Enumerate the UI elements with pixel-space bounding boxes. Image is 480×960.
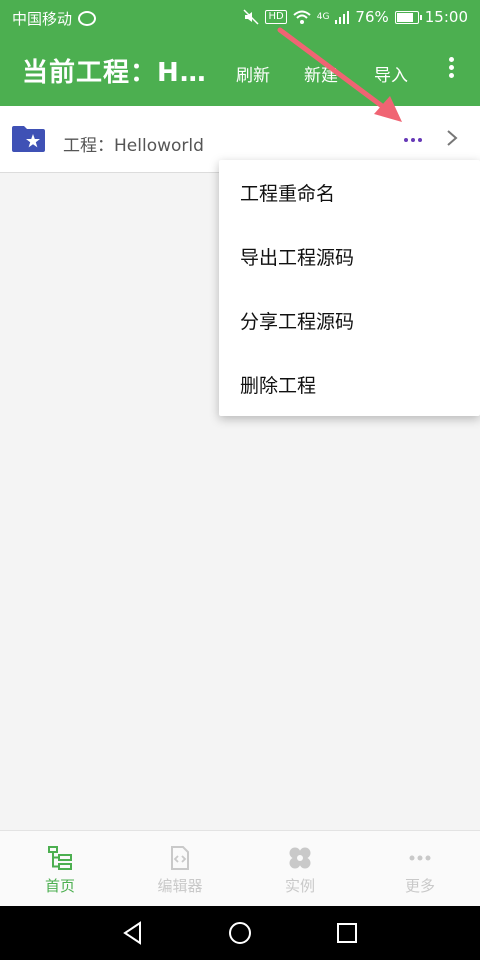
home-icon[interactable] bbox=[227, 920, 253, 946]
more-dots-icon bbox=[409, 855, 431, 861]
bottom-navigation: 首页 编辑器 实例 更多 bbox=[0, 830, 480, 907]
nav-examples[interactable]: 实例 bbox=[240, 831, 360, 907]
clover-icon bbox=[289, 847, 311, 869]
chevron-right-icon[interactable] bbox=[444, 128, 460, 148]
battery-percent: 76% bbox=[355, 8, 389, 26]
status-bar: 中国移动 HD 4G 76% 15:00 bbox=[0, 0, 480, 34]
nav-home[interactable]: 首页 bbox=[0, 831, 120, 907]
carrier-label: 中国移动 bbox=[12, 10, 73, 28]
menu-item-share-source[interactable]: 分享工程源码 bbox=[219, 288, 480, 352]
nav-home-label: 首页 bbox=[44, 877, 75, 895]
project-context-menu: 工程重命名 导出工程源码 分享工程源码 删除工程 bbox=[219, 160, 480, 416]
back-icon[interactable] bbox=[120, 920, 146, 946]
app-bar: 当前工程：Helloworld 刷新 新建 导入 bbox=[0, 34, 480, 106]
nav-more-label: 更多 bbox=[404, 877, 435, 895]
nav-editor-label: 编辑器 bbox=[157, 877, 203, 895]
refresh-button[interactable]: 刷新 bbox=[236, 61, 270, 86]
tree-icon bbox=[48, 846, 72, 870]
clock: 15:00 bbox=[424, 8, 468, 26]
page-title: 当前工程：Helloworld bbox=[22, 58, 210, 88]
folder-star-icon bbox=[12, 126, 45, 152]
nav-editor[interactable]: 编辑器 bbox=[120, 831, 240, 907]
signal-icon bbox=[335, 10, 350, 24]
nav-examples-label: 实例 bbox=[284, 877, 315, 895]
hd-icon: HD bbox=[265, 10, 287, 24]
overflow-menu-icon[interactable] bbox=[440, 54, 462, 84]
nav-more[interactable]: 更多 bbox=[360, 831, 480, 907]
menu-item-rename[interactable]: 工程重命名 bbox=[219, 160, 480, 224]
new-button[interactable]: 新建 bbox=[304, 61, 338, 86]
import-button[interactable]: 导入 bbox=[374, 61, 408, 86]
recent-apps-icon[interactable] bbox=[334, 920, 360, 946]
more-options-icon[interactable] bbox=[404, 138, 422, 142]
mute-icon bbox=[243, 9, 260, 25]
system-nav-bar bbox=[0, 906, 480, 960]
battery-icon bbox=[394, 10, 422, 24]
network-type: 4G bbox=[316, 12, 330, 22]
wechat-icon bbox=[78, 11, 97, 26]
menu-item-delete[interactable]: 删除工程 bbox=[219, 352, 480, 416]
project-name: 工程：Helloworld bbox=[63, 136, 204, 156]
wifi-icon bbox=[293, 10, 311, 24]
menu-item-export-source[interactable]: 导出工程源码 bbox=[219, 224, 480, 288]
code-file-icon bbox=[171, 846, 189, 870]
